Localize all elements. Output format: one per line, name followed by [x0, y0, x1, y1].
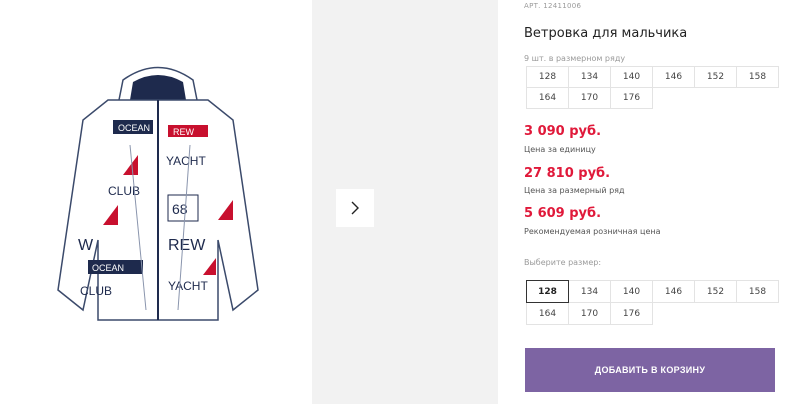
- series-size-cell: 170: [568, 87, 611, 109]
- size-selector-grid: 128 134 140 146 152 158 164 170 176: [526, 280, 779, 325]
- series-size-cell: 140: [610, 66, 653, 88]
- series-size-cell: 164: [526, 87, 569, 109]
- product-title: Ветровка для мальчика: [524, 26, 688, 41]
- series-size-grid: 128 134 140 146 152 158 164 170 176: [526, 66, 779, 109]
- svg-text:OCEAN: OCEAN: [118, 123, 150, 133]
- size-option-selected[interactable]: 128: [526, 280, 569, 303]
- size-option[interactable]: 170: [568, 302, 611, 325]
- svg-text:OCEAN: OCEAN: [92, 263, 124, 273]
- choose-size-label: Выберите размер:: [524, 258, 602, 267]
- jacket-image: OCEAN REW YACHT CLUB 68 REW W OCEAN YACH…: [57, 66, 259, 321]
- svg-text:REW: REW: [168, 237, 206, 254]
- series-size-cell: 128: [526, 66, 569, 88]
- size-option[interactable]: 134: [568, 280, 611, 303]
- series-price-note: Цена за размерный ряд: [524, 186, 625, 195]
- svg-text:YACHT: YACHT: [168, 279, 208, 293]
- retail-price-note: Рекомендуемая розничная цена: [524, 227, 661, 236]
- size-option[interactable]: 164: [526, 302, 569, 325]
- series-count-label: 9 шт. в размерном ряду: [524, 54, 626, 63]
- series-size-cell: 152: [694, 66, 737, 88]
- add-to-cart-button[interactable]: ДОБАВИТЬ В КОРЗИНУ: [525, 348, 775, 392]
- series-size-cell: 176: [610, 87, 653, 109]
- size-option[interactable]: 140: [610, 280, 653, 303]
- gallery-next-button[interactable]: [336, 189, 374, 227]
- series-size-cell: 134: [568, 66, 611, 88]
- svg-text:REW: REW: [173, 127, 195, 137]
- retail-price: 5 609 руб.: [524, 206, 602, 221]
- svg-text:W: W: [78, 237, 94, 254]
- article-number: АРТ. 12411006: [524, 2, 582, 10]
- svg-text:CLUB: CLUB: [80, 284, 112, 298]
- unit-price-note: Цена за единицу: [524, 145, 596, 154]
- series-price: 27 810 руб.: [524, 166, 611, 181]
- svg-text:YACHT: YACHT: [166, 154, 206, 168]
- series-size-cell: 146: [652, 66, 695, 88]
- size-option[interactable]: 176: [610, 302, 653, 325]
- series-size-cell: 158: [736, 66, 779, 88]
- size-option[interactable]: 146: [652, 280, 695, 303]
- chevron-right-icon: [351, 201, 359, 215]
- size-option[interactable]: 152: [694, 280, 737, 303]
- unit-price: 3 090 руб.: [524, 124, 602, 139]
- size-option[interactable]: 158: [736, 280, 779, 303]
- product-image-panel: OCEAN REW YACHT CLUB 68 REW W OCEAN YACH…: [0, 0, 312, 404]
